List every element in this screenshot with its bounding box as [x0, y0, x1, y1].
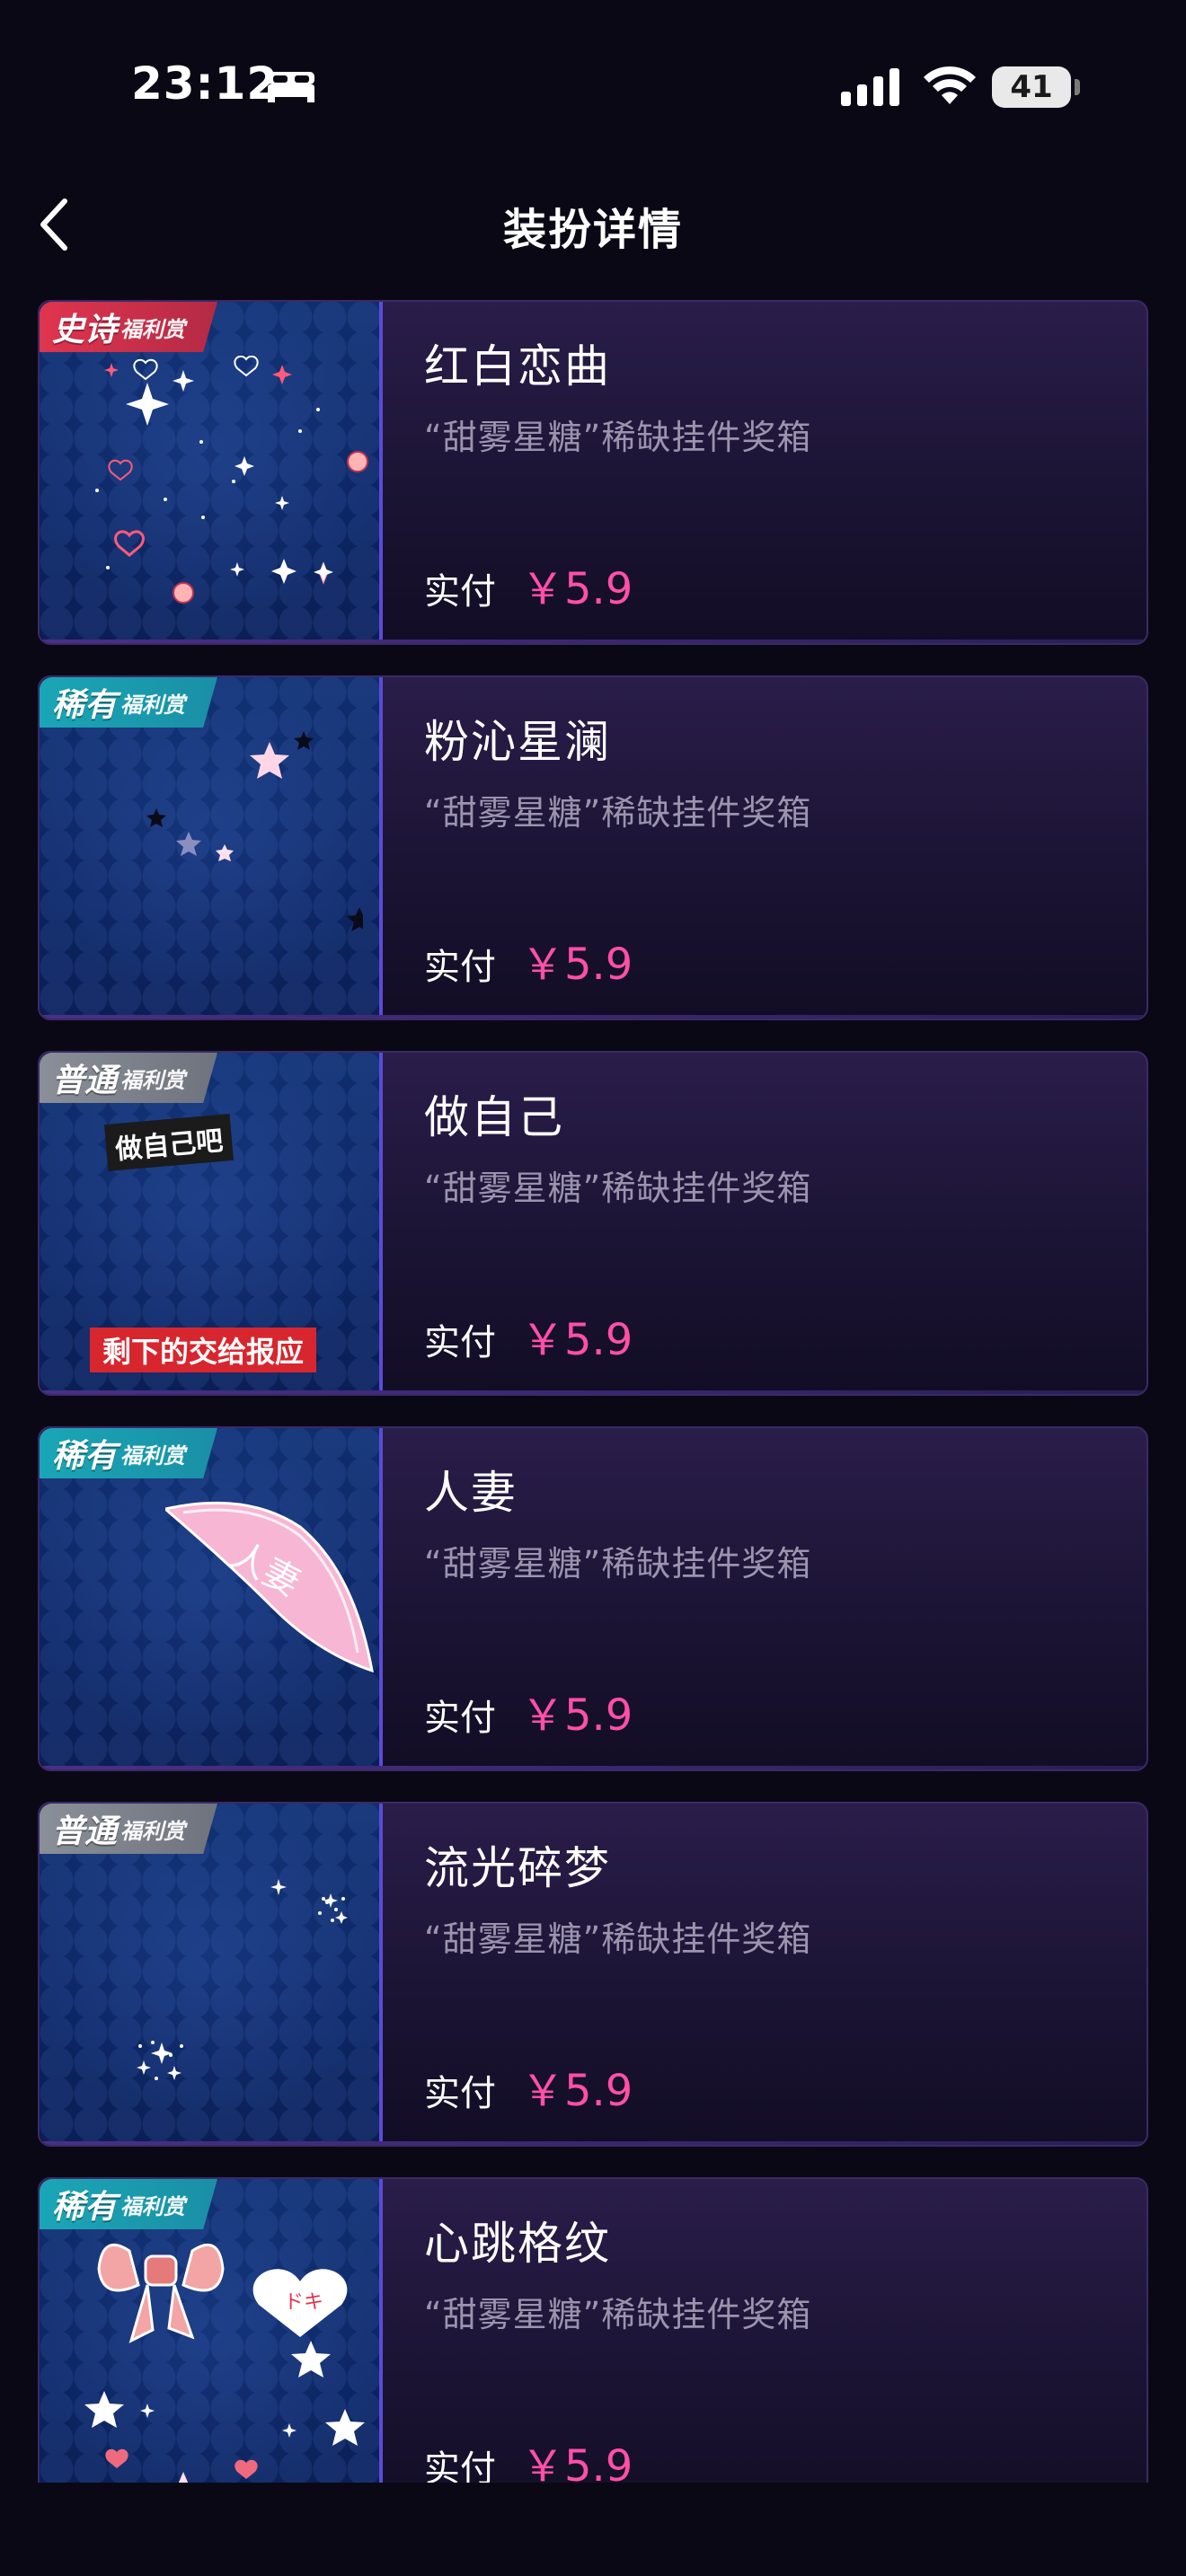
item-info: 做自己 “甜雾星糖”稀缺挂件奖箱 实付 ￥5.9: [424, 1053, 1128, 1394]
heart-bubble-icon: ドキ: [252, 2269, 348, 2337]
price-value: ￥5.9: [521, 1690, 633, 1741]
signal-icon: [841, 68, 899, 106]
rarity-badge: 史诗 福利赏: [40, 302, 217, 352]
item-card[interactable]: 做自己吧 剩下的交给报应 普通 福利赏 做自己 “甜雾星糖”稀缺挂件奖箱 实付 ￥…: [38, 1051, 1148, 1396]
wifi-icon: [924, 66, 976, 104]
heart-bubble-text: ドキ: [284, 2291, 323, 2314]
item-thumbnail: 做自己吧 剩下的交给报应 普通 福利赏: [40, 1053, 383, 1394]
item-source: “甜雾星糖”稀缺挂件奖箱: [424, 1919, 812, 1959]
price-label: 实付: [424, 1698, 496, 1739]
sparkle-hearts-decoration: [95, 356, 368, 604]
item-card[interactable]: 普通 福利赏 流光碎梦 “甜雾星糖”稀缺挂件奖箱 实付 ￥5.9: [38, 1802, 1148, 2147]
item-name: 做自己: [424, 1091, 564, 1143]
thumb-text-bottom: 剩下的交给报应: [90, 1328, 317, 1372]
price-value: ￥5.9: [521, 564, 633, 614]
battery-nub: [1075, 79, 1080, 95]
item-list[interactable]: 史诗 福利赏 红白恋曲 “甜雾星糖”稀缺挂件奖箱 实付 ￥5.9 稀有 福利赏 …: [38, 300, 1148, 2483]
item-card[interactable]: 史诗 福利赏 红白恋曲 “甜雾星糖”稀缺挂件奖箱 实付 ￥5.9: [38, 300, 1148, 645]
item-info: 粉沁星澜 “甜雾星糖”稀缺挂件奖箱 实付 ￥5.9: [424, 677, 1128, 1019]
item-card[interactable]: 人妻 稀有 福利赏 人妻 “甜雾星糖”稀缺挂件奖箱 实付 ￥5.9: [38, 1426, 1148, 1771]
item-info: 流光碎梦 “甜雾星糖”稀缺挂件奖箱 实付 ￥5.9: [424, 1804, 1128, 2145]
rarity-badge: 稀有 福利赏: [40, 2179, 217, 2229]
price-row: 实付 ￥5.9: [424, 2055, 633, 2118]
bow-icon: [97, 2243, 225, 2343]
item-name: 人妻: [424, 1467, 518, 1519]
item-card[interactable]: ドキ 稀有 福利赏 心跳格纹 “甜雾星糖”稀缺挂件奖箱 实付 ￥5.9: [38, 2177, 1148, 2483]
nav-header: 装扮详情: [0, 171, 1186, 278]
bow-stars-decoration: ドキ: [84, 2243, 365, 2483]
price-value: ￥5.9: [521, 940, 633, 990]
price-label: 实付: [424, 947, 496, 988]
item-card[interactable]: 稀有 福利赏 粉沁星澜 “甜雾星糖”稀缺挂件奖箱 实付 ￥5.9: [38, 675, 1148, 1020]
price-label: 实付: [424, 2448, 496, 2483]
price-row: 实付 ￥5.9: [424, 2430, 633, 2483]
price-row: 实付 ￥5.9: [424, 1304, 633, 1367]
item-info: 心跳格纹 “甜雾星糖”稀缺挂件奖箱 实付 ￥5.9: [424, 2179, 1128, 2483]
item-source: “甜雾星糖”稀缺挂件奖箱: [424, 1544, 812, 1584]
price-value: ￥5.9: [521, 2066, 633, 2116]
item-source: “甜雾星糖”稀缺挂件奖箱: [424, 418, 812, 457]
status-bar: 23:12 41: [0, 0, 1186, 162]
item-name: 红白恋曲: [424, 340, 611, 393]
item-thumbnail: 人妻 稀有 福利赏: [40, 1428, 383, 1769]
item-thumbnail: 普通 福利赏: [40, 1804, 383, 2145]
item-thumbnail: 稀有 福利赏: [40, 677, 383, 1019]
price-row: 实付 ￥5.9: [424, 1680, 633, 1742]
rarity-badge: 普通 福利赏: [40, 1804, 217, 1854]
item-name: 粉沁星澜: [424, 716, 611, 768]
price-value: ￥5.9: [521, 1315, 633, 1365]
fan-decoration: 人妻: [165, 1501, 374, 1673]
bottom-area: [0, 2483, 1186, 2576]
item-thumbnail: ドキ 稀有 福利赏: [40, 2179, 383, 2483]
item-info: 红白恋曲 “甜雾星糖”稀缺挂件奖箱 实付 ￥5.9: [424, 302, 1128, 643]
rarity-badge: 稀有 福利赏: [40, 677, 217, 728]
price-row: 实付 ￥5.9: [424, 929, 633, 992]
item-source: “甜雾星糖”稀缺挂件奖箱: [424, 793, 812, 833]
battery-icon: 41: [992, 66, 1071, 108]
rarity-badge: 稀有 福利赏: [40, 1428, 217, 1478]
item-name: 流光碎梦: [424, 1842, 611, 1894]
sparkle-decoration: [137, 1879, 348, 2080]
page-title: 装扮详情: [502, 205, 683, 255]
item-source: “甜雾星糖”稀缺挂件奖箱: [424, 1169, 812, 1208]
price-value: ￥5.9: [521, 2441, 633, 2483]
price-row: 实付 ￥5.9: [424, 553, 633, 616]
item-name: 心跳格纹: [424, 2218, 611, 2270]
rarity-badge: 普通 福利赏: [40, 1053, 217, 1103]
battery-level: 41: [1010, 69, 1053, 105]
bed-icon: [268, 72, 314, 102]
price-label: 实付: [424, 571, 496, 613]
status-time: 23:12: [131, 57, 279, 110]
item-thumbnail: 史诗 福利赏: [40, 302, 383, 643]
item-source: “甜雾星糖”稀缺挂件奖箱: [424, 2295, 812, 2334]
item-info: 人妻 “甜雾星糖”稀缺挂件奖箱 实付 ￥5.9: [424, 1428, 1128, 1769]
price-label: 实付: [424, 2073, 496, 2114]
stars-decoration: [146, 731, 363, 931]
price-label: 实付: [424, 1322, 496, 1363]
